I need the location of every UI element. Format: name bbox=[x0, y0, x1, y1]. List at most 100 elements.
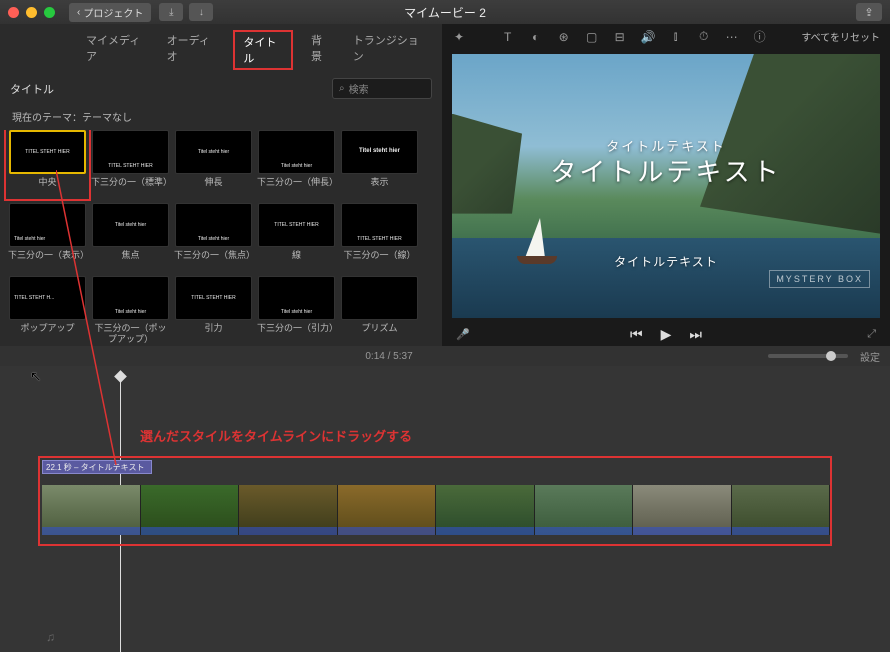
video-clip[interactable] bbox=[141, 485, 240, 535]
import-media-button[interactable]: ⤓ bbox=[159, 3, 183, 21]
speed-icon[interactable]: ⏱ bbox=[697, 29, 711, 44]
title-tile[interactable]: TITEL STEHT HIER 線 bbox=[257, 203, 336, 270]
title-tile[interactable]: Titel steht hier 焦点 bbox=[91, 203, 170, 270]
title-tile[interactable]: TITEL STEHT H... ポップアップ bbox=[8, 276, 87, 343]
video-clip[interactable] bbox=[436, 485, 535, 535]
title-label: 中央 bbox=[38, 177, 56, 197]
color-correction-icon[interactable]: ⊛ bbox=[557, 30, 571, 44]
viewer-panel: ✦ T ◐ ⊛ ▢ ⊟ 🔊 ⫾ ⏱ ⋯ ⓘ すべてをリセット タイトルテキスト … bbox=[442, 24, 890, 346]
crop-icon[interactable]: ▢ bbox=[585, 30, 599, 44]
title-thumbnail: Titel steht hier bbox=[175, 130, 252, 174]
tab-transitions[interactable]: トランジション bbox=[349, 30, 426, 70]
playback-controls: 🎤 ⏮ ▶ ⏭ ⤢ bbox=[442, 322, 890, 346]
video-clip[interactable] bbox=[239, 485, 338, 535]
video-track[interactable] bbox=[42, 485, 830, 535]
video-clip[interactable] bbox=[535, 485, 634, 535]
info-icon[interactable]: ⓘ bbox=[753, 28, 767, 45]
title-tile[interactable]: TITEL STEHT HIER 下三分の一（線） bbox=[340, 203, 419, 270]
title-thumbnail: TITEL STEHT HIER bbox=[175, 276, 252, 320]
fullscreen-button[interactable]: ⤢ bbox=[867, 328, 876, 341]
title-thumbnail: TITEL STEHT HIER bbox=[9, 130, 86, 174]
close-window-button[interactable] bbox=[8, 7, 19, 18]
title-label: 線 bbox=[292, 250, 301, 270]
total-time: 5:37 bbox=[393, 351, 412, 362]
tab-audio[interactable]: オーディオ bbox=[163, 30, 220, 70]
share-button[interactable]: ⇪ bbox=[856, 3, 882, 21]
title-label: 下三分の一（引力） bbox=[257, 323, 336, 343]
stabilize-icon[interactable]: ⊟ bbox=[613, 30, 627, 44]
title-tile[interactable]: TITEL STEHT HIER 下三分の一（標準） bbox=[91, 130, 170, 197]
video-clip[interactable] bbox=[338, 485, 437, 535]
title-thumbnail: Titel steht hier bbox=[175, 203, 252, 247]
video-preview[interactable]: タイトルテキスト タイトルテキスト タイトルテキスト MYSTERY BOX bbox=[452, 54, 880, 319]
title-label: ポップアップ bbox=[20, 323, 74, 343]
title-tile[interactable]: Titel steht hier下三分の一（ポップアップ） bbox=[91, 276, 170, 343]
timeline-panel[interactable]: 選んだスタイルをタイムラインにドラッグする 22.1 秒 – タイトルテキスト … bbox=[0, 366, 890, 652]
title-tile[interactable]: TITEL STEHT HIER 引力 bbox=[174, 276, 253, 343]
title-tile[interactable]: Titel steht hier表示 bbox=[340, 130, 419, 197]
title-thumbnail: TITEL STEHT H... bbox=[9, 276, 86, 320]
title-thumbnail: TITEL STEHT HIER bbox=[92, 130, 169, 174]
title-tile[interactable]: Titel steht hier下三分の一（表示） bbox=[8, 203, 87, 270]
title-tile[interactable]: TITEL STEHT HIER 中央 bbox=[8, 130, 87, 197]
inspector-toolbar: ✦ T ◐ ⊛ ▢ ⊟ 🔊 ⫾ ⏱ ⋯ ⓘ すべてをリセット bbox=[442, 24, 890, 50]
text-tool-icon[interactable]: T bbox=[501, 30, 515, 44]
title-clip[interactable]: 22.1 秒 – タイトルテキスト bbox=[42, 460, 152, 474]
instruction-annotation: 選んだスタイルをタイムラインにドラッグする bbox=[140, 426, 412, 445]
title-thumbnail: Titel steht hier bbox=[92, 203, 169, 247]
titles-grid: TITEL STEHT HIER中央TITEL STEHT HIER下三分の一（… bbox=[8, 130, 434, 343]
title-thumbnail: Titel steht hier bbox=[258, 276, 335, 320]
volume-icon[interactable]: 🔊 bbox=[641, 30, 655, 44]
voiceover-icon[interactable]: 🎤 bbox=[456, 328, 470, 341]
title-label: 焦点 bbox=[121, 250, 139, 270]
color-balance-icon[interactable]: ◐ bbox=[529, 30, 543, 44]
title-label: プリズム bbox=[361, 323, 397, 343]
tab-titles[interactable]: タイトル bbox=[233, 30, 293, 70]
title-tile[interactable]: Titel steht hier 下三分の一（伸長） bbox=[257, 130, 336, 197]
title-tile[interactable]: Titel steht hier下三分の一（焦点） bbox=[174, 203, 253, 270]
current-time: 0:14 bbox=[365, 351, 384, 362]
play-button[interactable]: ▶ bbox=[661, 326, 672, 343]
title-label: 引力 bbox=[204, 323, 222, 343]
reset-all-button[interactable]: すべてをリセット bbox=[801, 29, 880, 44]
next-frame-button[interactable]: ⏭ bbox=[689, 326, 702, 343]
title-thumbnail bbox=[341, 276, 418, 320]
title-tile[interactable]: Titel steht hier 下三分の一（引力） bbox=[257, 276, 336, 343]
title-label: 下三分の一（標準） bbox=[91, 177, 170, 197]
settings-button[interactable]: 設定 bbox=[860, 349, 880, 364]
browser-tabs: マイメディア オーディオ タイトル 背景 トランジション bbox=[0, 24, 442, 74]
title-thumbnail: TITEL STEHT HIER bbox=[341, 203, 418, 247]
title-label: 下三分の一（線） bbox=[343, 250, 415, 270]
window-titlebar: ‹ プロジェクト ⤓ ↓ マイムービー 2 ⇪ bbox=[0, 0, 890, 24]
window-controls bbox=[8, 7, 55, 18]
title-label: 伸長 bbox=[204, 177, 222, 197]
prev-frame-button[interactable]: ⏮ bbox=[630, 326, 643, 343]
title-thumbnail: Titel steht hier bbox=[258, 130, 335, 174]
video-clip[interactable] bbox=[633, 485, 732, 535]
title-thumbnail: TITEL STEHT HIER bbox=[258, 203, 335, 247]
project-title: マイムービー 2 bbox=[404, 4, 486, 21]
video-clip[interactable] bbox=[732, 485, 831, 535]
search-input[interactable]: ⌕ 検索 bbox=[332, 78, 432, 99]
title-label: 下三分の一（伸長） bbox=[257, 177, 336, 197]
library-list-button[interactable]: ↓ bbox=[189, 3, 213, 21]
back-to-projects-button[interactable]: ‹ プロジェクト bbox=[69, 3, 151, 22]
zoom-slider[interactable] bbox=[768, 354, 848, 358]
music-note-icon: ♫ bbox=[46, 630, 55, 644]
video-clip[interactable] bbox=[42, 485, 141, 535]
minimize-window-button[interactable] bbox=[26, 7, 37, 18]
watermark: MYSTERY BOX bbox=[769, 270, 870, 288]
title-tile[interactable]: プリズム bbox=[340, 276, 419, 343]
tab-my-media[interactable]: マイメディア bbox=[82, 30, 149, 70]
title-tile[interactable]: Titel steht hier 伸長 bbox=[174, 130, 253, 197]
noise-reduce-icon[interactable]: ⫾ bbox=[669, 29, 683, 44]
search-icon: ⌕ bbox=[339, 83, 345, 94]
title-label: 表示 bbox=[370, 177, 388, 197]
zoom-window-button[interactable] bbox=[44, 7, 55, 18]
magic-wand-icon[interactable]: ✦ bbox=[452, 30, 466, 44]
theme-label: 現在のテーマ：テーマなし bbox=[0, 103, 442, 130]
timecode-bar: 0:14 / 5:37 設定 bbox=[0, 346, 890, 366]
title-thumbnail: Titel steht hier bbox=[9, 203, 86, 247]
filter-icon[interactable]: ⋯ bbox=[725, 30, 739, 44]
tab-backgrounds[interactable]: 背景 bbox=[307, 30, 335, 70]
